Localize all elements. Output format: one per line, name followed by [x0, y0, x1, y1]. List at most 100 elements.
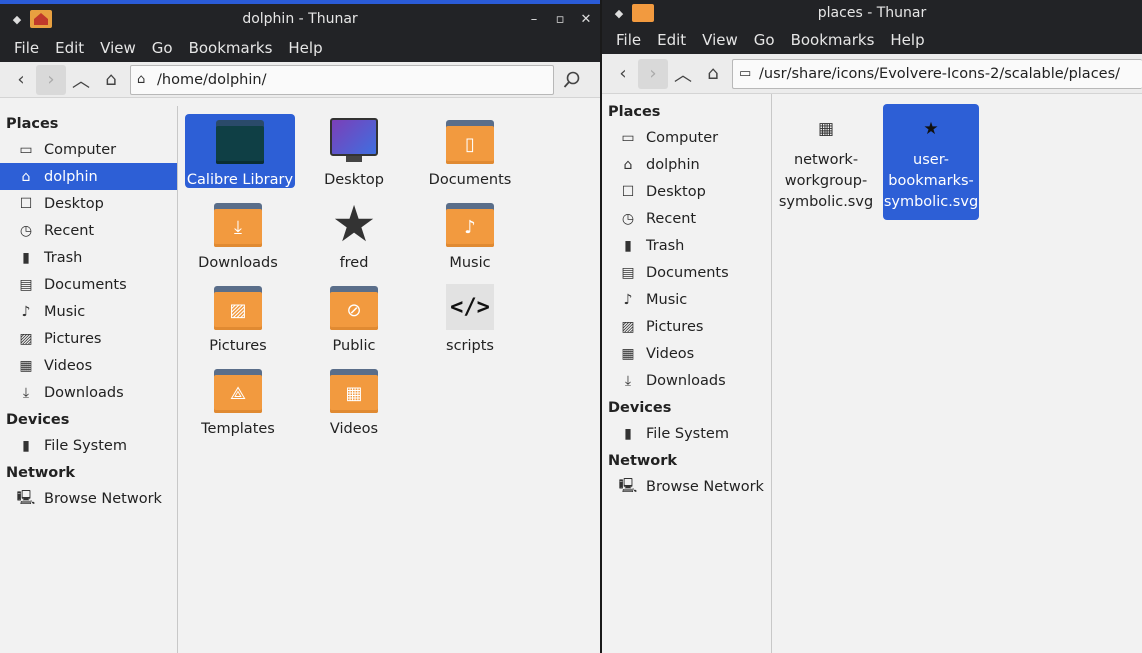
- location-bar[interactable]: ▭ /usr/share/icons/Evolvere-Icons-2/scal…: [732, 58, 1142, 89]
- sidebar-item-label: Music: [646, 291, 688, 308]
- sidebar-item-label: Browse Network: [44, 490, 162, 507]
- window-title: dolphin - Thunar: [242, 11, 358, 27]
- back-button[interactable]: ‹: [6, 65, 36, 95]
- search-button[interactable]: [556, 65, 588, 95]
- sidebar-item-computer[interactable]: ▭ Computer: [0, 136, 177, 163]
- folder-item-templates[interactable]: ⟁ Templates: [183, 365, 293, 440]
- sidebar-item-downloads[interactable]: ⤓ Downloads: [0, 379, 177, 406]
- file-item-user-bookmarks[interactable]: ★ user- bookmarks- symbolic.svg: [883, 104, 979, 220]
- item-label: Videos: [329, 421, 379, 437]
- forward-button[interactable]: ›: [638, 58, 668, 89]
- item-label: Pictures: [209, 338, 267, 354]
- maximize-icon[interactable]: ▫: [554, 12, 566, 27]
- folder-item-calibre-library[interactable]: Calibre Library: [185, 114, 295, 188]
- sidebar-item-label: File System: [646, 425, 729, 442]
- folder-item-fred[interactable]: ★ fred: [299, 199, 409, 274]
- sidebar-item-videos[interactable]: ▦ Videos: [602, 340, 771, 367]
- sidebar-item-downloads[interactable]: ⤓ Downloads: [602, 367, 771, 394]
- back-button[interactable]: ‹: [608, 59, 638, 89]
- item-label: Downloads: [198, 255, 278, 271]
- sidebar-item-music[interactable]: ♪ Music: [602, 286, 771, 313]
- sidebar-item-dolphin[interactable]: ⌂ dolphin: [0, 163, 177, 190]
- sidebar-item-trash[interactable]: ▮ Trash: [602, 232, 771, 259]
- sidebar-item-pictures[interactable]: ▨ Pictures: [602, 313, 771, 340]
- sidebar-item-music[interactable]: ♪ Music: [0, 298, 177, 325]
- icon-view[interactable]: Calibre Library Desktop ▯ Documents ⤓ Do…: [178, 106, 600, 653]
- sidebar-item-label: Pictures: [44, 330, 102, 347]
- menu-go[interactable]: Go: [746, 31, 783, 49]
- monitor-icon: ▭: [19, 141, 33, 158]
- folder-item-public[interactable]: ⊘ Public: [299, 282, 409, 357]
- sidebar-item-desktop[interactable]: ☐ Desktop: [602, 178, 771, 205]
- folder-item-videos[interactable]: ▦ Videos: [299, 365, 409, 440]
- folder-item-documents[interactable]: ▯ Documents: [415, 116, 525, 191]
- sidebar-item-videos[interactable]: ▦ Videos: [0, 352, 177, 379]
- menu-edit[interactable]: Edit: [47, 39, 92, 57]
- menu-help[interactable]: Help: [882, 31, 932, 49]
- close-icon[interactable]: ✕: [580, 12, 592, 27]
- icon-view[interactable]: ▦ network- workgroup- symbolic.svg ★ use…: [772, 94, 1142, 653]
- sidebar-item-label: Downloads: [44, 384, 124, 401]
- toolbar: ‹ › ︿ ⌂ ▭ /usr/share/icons/Evolvere-Icon…: [602, 54, 1142, 94]
- menu-file[interactable]: File: [608, 31, 649, 49]
- home-button[interactable]: ⌂: [698, 59, 728, 89]
- minimize-icon[interactable]: –: [528, 12, 540, 27]
- menu-go[interactable]: Go: [144, 39, 181, 57]
- sidebar-item-dolphin[interactable]: ⌂ dolphin: [602, 151, 771, 178]
- menu-view[interactable]: View: [694, 31, 746, 49]
- sidebar-item-file-system[interactable]: ▮ File System: [602, 420, 771, 447]
- sidebar-item-recent[interactable]: ◷ Recent: [0, 217, 177, 244]
- sidebar-item-pictures[interactable]: ▨ Pictures: [0, 325, 177, 352]
- parent-folder-button[interactable]: ︿: [668, 59, 698, 89]
- menu-view[interactable]: View: [92, 39, 144, 57]
- forward-arrow-icon: ›: [47, 69, 55, 90]
- titlebar[interactable]: ◆ dolphin - Thunar – ▫ ✕: [0, 4, 600, 34]
- folder-item-pictures[interactable]: ▨ Pictures: [183, 282, 293, 357]
- home-button[interactable]: ⌂: [96, 65, 126, 95]
- menubar: File Edit View Go Bookmarks Help: [0, 34, 600, 62]
- trash-icon: ▮: [624, 237, 632, 254]
- menu-edit[interactable]: Edit: [649, 31, 694, 49]
- location-path: /home/dolphin/: [157, 71, 267, 88]
- sidebar-item-label: Downloads: [646, 372, 726, 389]
- grid-icon: ▦: [817, 119, 835, 139]
- folder-item-music[interactable]: ♪ Music: [415, 199, 525, 274]
- star-icon: ★: [923, 119, 939, 139]
- up-arrow-icon: ︿: [674, 64, 692, 86]
- file-item-network-workgroup[interactable]: ▦ network- workgroup- symbolic.svg: [778, 104, 874, 213]
- sidebar-item-trash[interactable]: ▮ Trash: [0, 244, 177, 271]
- sidebar-item-label: Videos: [44, 357, 93, 374]
- back-arrow-icon: ‹: [619, 63, 627, 84]
- sidebar-item-recent[interactable]: ◷ Recent: [602, 205, 771, 232]
- menu-file[interactable]: File: [6, 39, 47, 57]
- devices-heading: Devices: [608, 400, 672, 416]
- sidebar-item-browse-network[interactable]: 🖳 Browse Network: [602, 473, 771, 500]
- menu-bookmarks[interactable]: Bookmarks: [783, 31, 883, 49]
- titlebar[interactable]: ◆ places - Thunar: [602, 0, 1142, 26]
- window-menu-icon[interactable]: ◆: [614, 7, 624, 20]
- thunar-window-dolphin: ◆ dolphin - Thunar – ▫ ✕ File Edit View …: [0, 0, 600, 653]
- parent-folder-button[interactable]: ︿: [66, 65, 96, 95]
- window-menu-icon[interactable]: ◆: [12, 13, 22, 26]
- sidebar-item-file-system[interactable]: ▮ File System: [0, 432, 177, 459]
- network-icon: 🖳: [618, 477, 638, 494]
- desktop-icon: ☐: [19, 195, 33, 212]
- sidebar-item-browse-network[interactable]: 🖳 Browse Network: [0, 485, 177, 512]
- sidebar-item-documents[interactable]: ▤ Documents: [602, 259, 771, 286]
- menu-help[interactable]: Help: [280, 39, 330, 57]
- sidebar-item-label: Trash: [646, 237, 685, 254]
- videos-icon: ▦: [621, 345, 635, 362]
- sidebar-item-desktop[interactable]: ☐ Desktop: [0, 190, 177, 217]
- menu-bookmarks[interactable]: Bookmarks: [181, 39, 281, 57]
- sidebar-item-label: Music: [44, 303, 86, 320]
- sidebar-item-documents[interactable]: ▤ Documents: [0, 271, 177, 298]
- network-heading: Network: [608, 453, 678, 469]
- location-bar[interactable]: ⌂ /home/dolphin/: [130, 64, 554, 95]
- folder-item-downloads[interactable]: ⤓ Downloads: [183, 199, 293, 274]
- folder-item-desktop[interactable]: Desktop: [299, 116, 409, 191]
- templates-folder-icon: ⟁: [214, 369, 262, 413]
- folder-item-scripts[interactable]: </> scripts: [415, 282, 525, 357]
- item-label: Desktop: [324, 172, 384, 188]
- forward-button[interactable]: ›: [36, 64, 66, 95]
- sidebar-item-computer[interactable]: ▭ Computer: [602, 124, 771, 151]
